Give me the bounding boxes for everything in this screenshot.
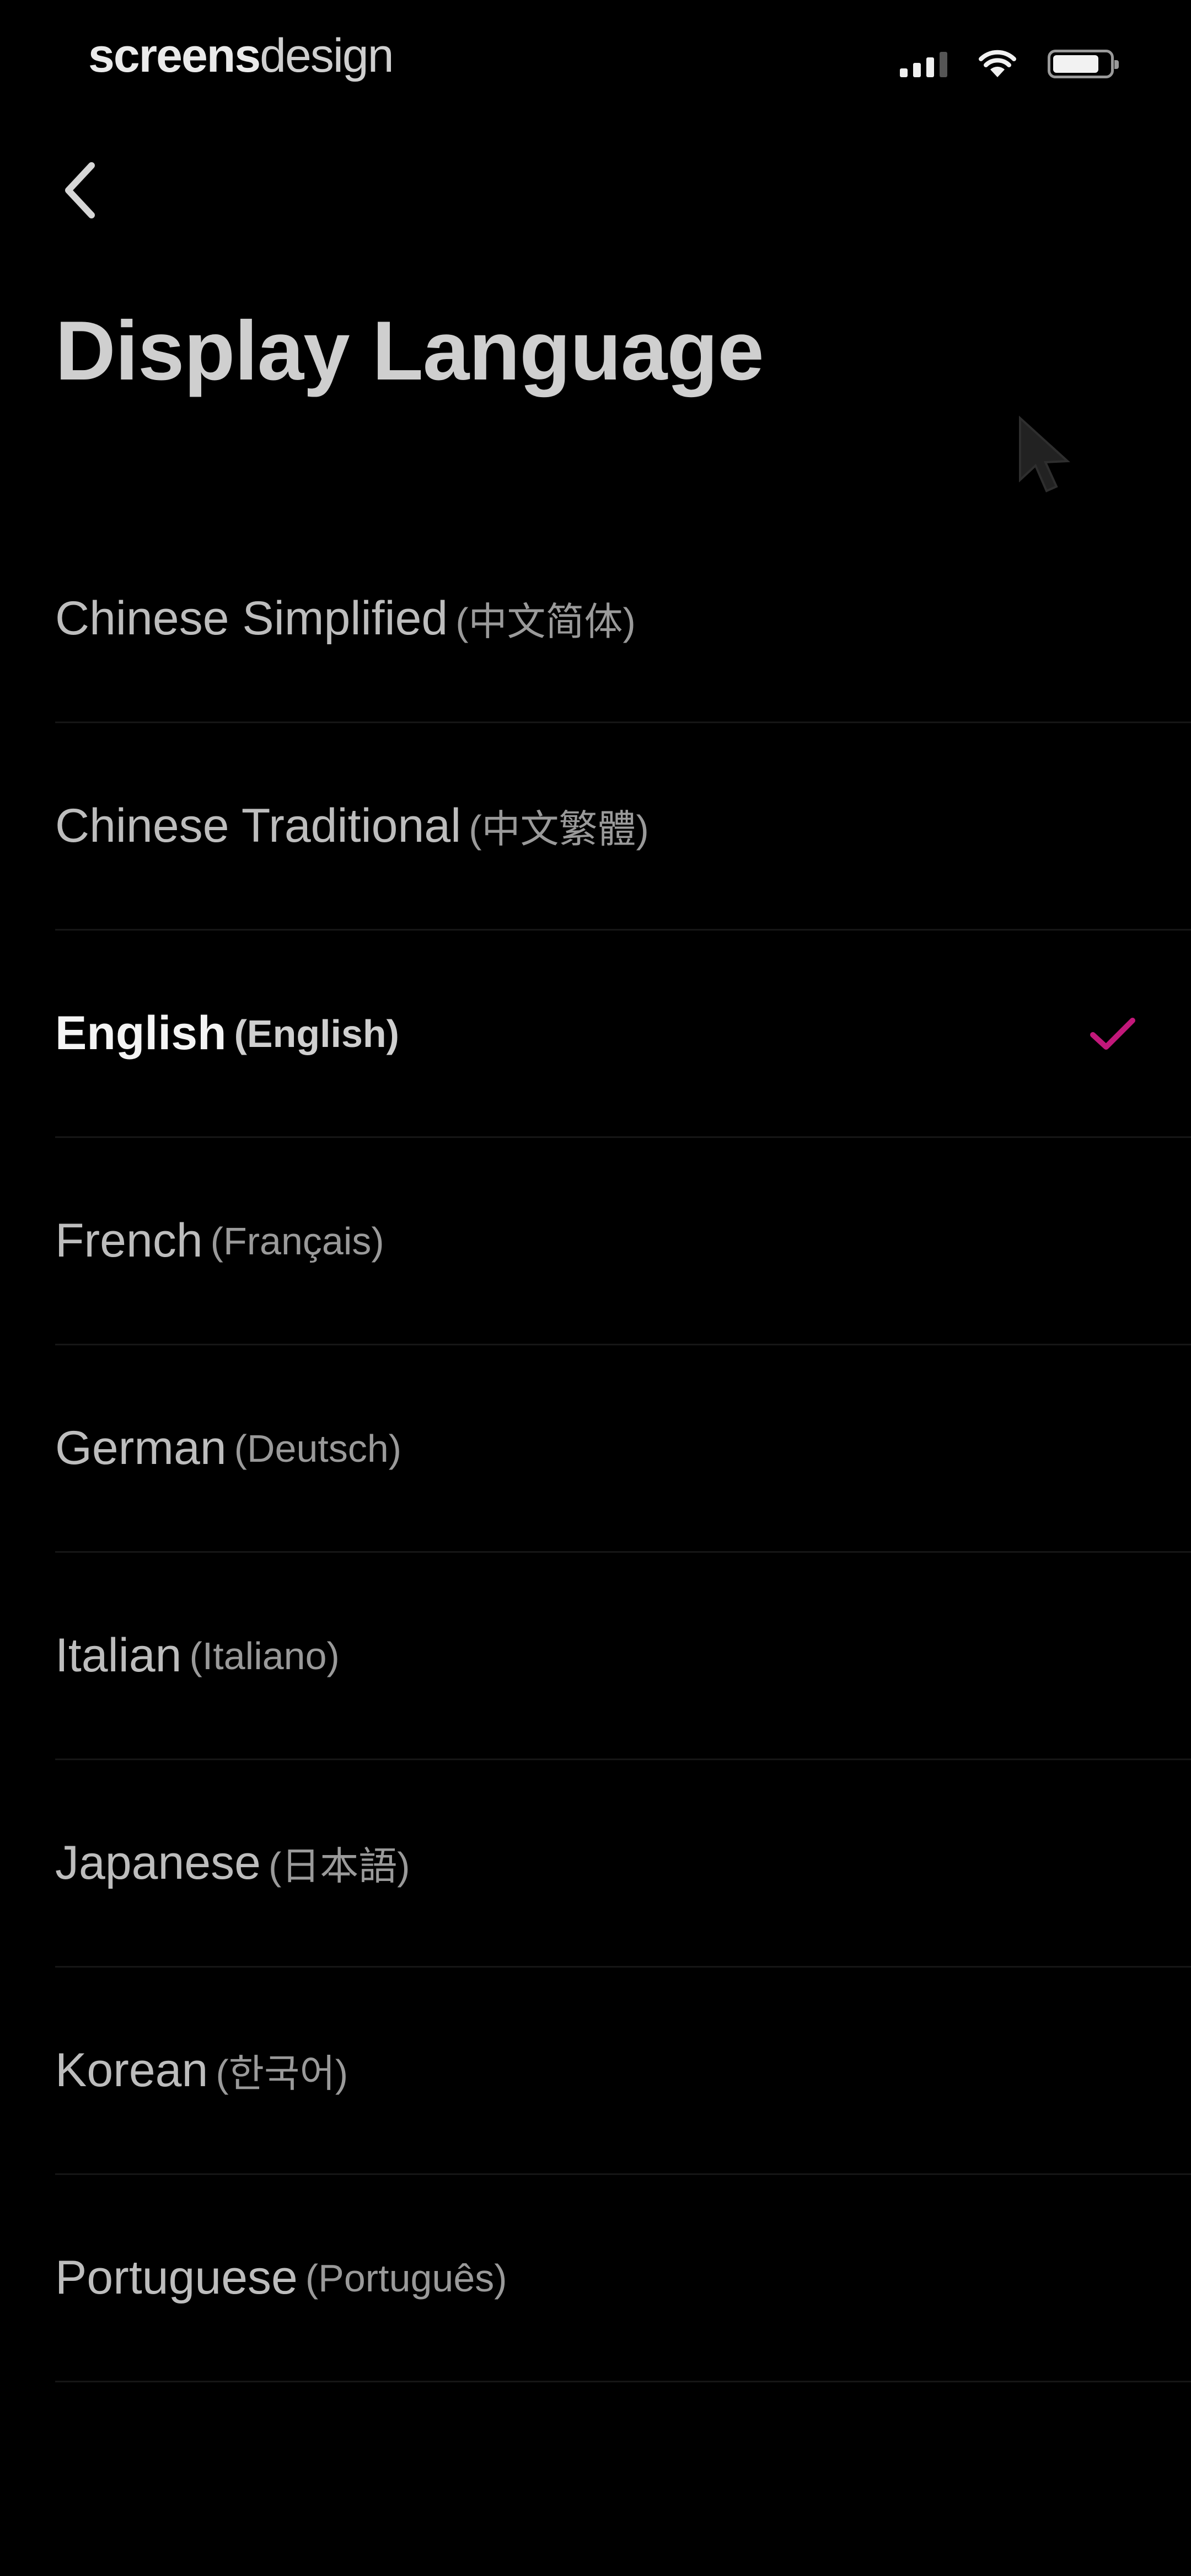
language-native-name: (Português) xyxy=(305,2256,507,2300)
language-item-german[interactable]: German (Deutsch) xyxy=(55,1345,1191,1553)
chevron-left-icon xyxy=(65,162,95,218)
language-item-italian[interactable]: Italian (Italiano) xyxy=(55,1553,1191,1760)
language-native-name: (English) xyxy=(234,1012,399,1055)
language-native-name: (Deutsch) xyxy=(234,1426,402,1470)
status-bar: screensdesign xyxy=(0,0,1191,121)
language-native-name: (한국어) xyxy=(216,2052,348,2095)
language-list: Chinese Simplified (中文简体) Chinese Tradit… xyxy=(55,516,1191,2382)
cellular-signal-icon xyxy=(900,51,947,77)
language-label: Chinese Simplified xyxy=(55,592,448,645)
language-item-english[interactable]: English (English) xyxy=(55,931,1191,1138)
screen: screensdesign Display Language Chinese S… xyxy=(0,0,1191,2576)
language-item-portuguese[interactable]: Portuguese (Português) xyxy=(55,2175,1191,2382)
language-label: Chinese Traditional xyxy=(55,799,462,852)
battery-icon xyxy=(1048,50,1119,78)
watermark-light-text: design xyxy=(260,29,394,82)
pointer-cursor-icon xyxy=(1019,415,1070,493)
wifi-icon xyxy=(978,50,1017,78)
language-item-korean[interactable]: Korean (한국어) xyxy=(55,1968,1191,2175)
watermark-logo: screensdesign xyxy=(88,29,394,83)
language-native-name: (Français) xyxy=(210,1219,384,1263)
language-label: English xyxy=(55,1007,227,1060)
language-native-name: (中文繁體) xyxy=(469,808,649,851)
language-label: German xyxy=(55,1421,227,1474)
language-item-japanese[interactable]: Japanese (日本語) xyxy=(55,1760,1191,1968)
language-label: Japanese xyxy=(55,1836,261,1889)
language-label: Korean xyxy=(55,2044,208,2097)
status-icons xyxy=(900,50,1119,78)
language-label: French xyxy=(55,1214,203,1267)
language-native-name: (中文简体) xyxy=(455,600,636,643)
back-button[interactable] xyxy=(50,154,110,226)
language-item-chinese-simplified[interactable]: Chinese Simplified (中文简体) xyxy=(55,516,1191,723)
language-item-chinese-traditional[interactable]: Chinese Traditional (中文繁體) xyxy=(55,723,1191,931)
checkmark-icon xyxy=(1090,1017,1135,1050)
language-native-name: (Italiano) xyxy=(189,1634,340,1677)
language-label: Portuguese xyxy=(55,2251,298,2304)
language-item-french[interactable]: French (Français) xyxy=(55,1138,1191,1345)
watermark-bold-text: screens xyxy=(88,29,261,82)
page-title: Display Language xyxy=(55,304,764,398)
language-label: Italian xyxy=(55,1629,182,1682)
language-native-name: (日本語) xyxy=(268,1845,410,1888)
